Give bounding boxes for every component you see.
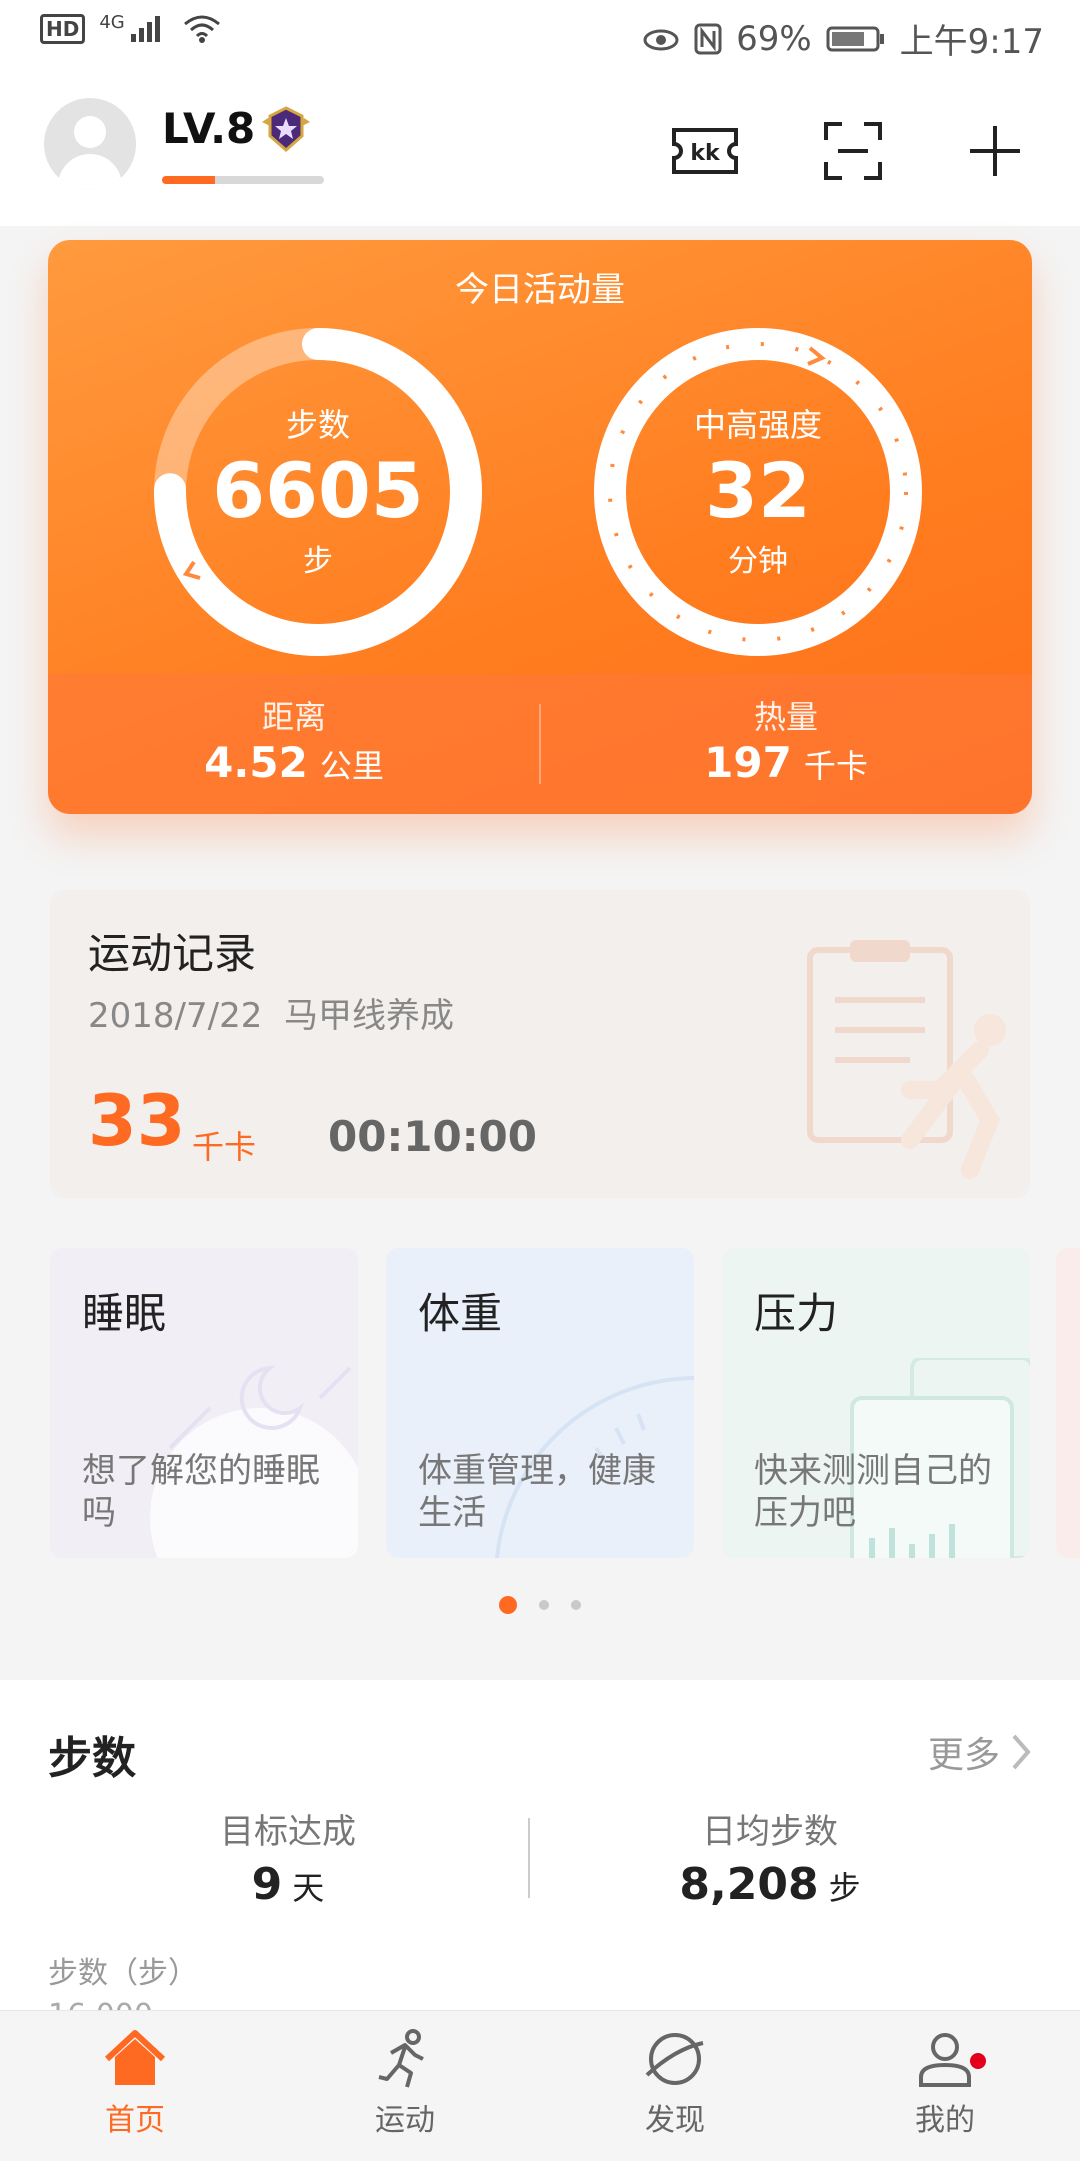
bottom-nav: 首页 运动 发现 我的	[0, 2010, 1080, 2161]
sleep-title: 睡眠	[82, 1289, 167, 1338]
record-title: 运动记录	[88, 929, 257, 978]
nav-me-label: 我的	[915, 2103, 975, 2138]
activity-summary: 距离 4.52 公里 热量 197 千卡	[48, 674, 1032, 814]
nav-me[interactable]: 我的	[810, 2029, 1080, 2139]
calories-value: 197	[704, 738, 792, 787]
steps-label: 步数	[285, 406, 350, 444]
scan-icon	[824, 122, 882, 180]
card-ticket-button[interactable]: kk	[670, 116, 740, 186]
carousel-dot-2[interactable]	[539, 1600, 549, 1610]
goal-cell: 目标达成 9天	[18, 1804, 558, 1910]
profile-icon	[919, 2033, 971, 2087]
notification-dot	[970, 2053, 986, 2069]
intensity-label: 中高强度	[693, 406, 822, 444]
weight-desc: 体重管理，健康生活	[418, 1451, 656, 1533]
steps-unit: 步	[303, 544, 333, 579]
scan-button[interactable]	[818, 116, 888, 186]
ticket-icon: kk	[672, 128, 738, 174]
calories-unit: 千卡	[803, 747, 868, 785]
level-label[interactable]: LV.8	[162, 104, 255, 153]
level-progress	[162, 176, 324, 184]
wifi-icon	[183, 15, 220, 43]
distance-cell: 距离 4.52 公里	[48, 692, 540, 787]
nav-home-label: 首页	[105, 2103, 165, 2138]
level-badge-icon	[262, 106, 310, 152]
battery-icon	[826, 26, 884, 51]
activity-card[interactable]: 今日活动量 步数 6605 步 中高强度 32 分钟 距离 4.52 公里 热量 …	[48, 240, 1032, 814]
stress-desc: 快来测测自己的压力吧	[754, 1451, 992, 1533]
steps-section-title: 步数	[48, 1733, 136, 1784]
nav-home[interactable]: 首页	[0, 2029, 270, 2139]
status-bar: HD 4G 69% 上午9:17	[0, 0, 1080, 76]
steps-value: 6605	[212, 446, 424, 535]
record-subtitle: 2018/7/22 马甲线养成	[88, 988, 454, 1037]
avg-unit: 步	[828, 1869, 861, 1907]
chevron-right-icon	[1012, 1734, 1031, 1770]
stress-card[interactable]: 压力 快来测测自己的压力吧	[722, 1248, 1030, 1558]
sleep-card[interactable]: 睡眠 想了解您的睡眠吗	[50, 1248, 358, 1558]
goal-value: 9	[251, 1859, 283, 1910]
carousel-dots	[0, 1596, 1080, 1614]
nav-discover-label: 发现	[645, 2103, 705, 2138]
runner-clipboard-icon	[807, 940, 1006, 1179]
header: LV.8 kk	[0, 76, 1080, 226]
plus-icon	[970, 126, 1020, 176]
intensity-unit: 分钟	[728, 544, 788, 579]
stress-title: 压力	[754, 1289, 839, 1338]
calories-cell: 热量 197 千卡	[540, 692, 1032, 787]
hd-icon: HD	[40, 14, 86, 44]
next-card-peek[interactable]	[1056, 1248, 1080, 1558]
exercise-record-card[interactable]: 运动记录 2018/7/22 马甲线养成 33 千卡 00:10:00	[50, 890, 1030, 1198]
nav-exercise[interactable]: 运动	[270, 2029, 540, 2139]
avatar-body	[58, 154, 122, 190]
more-link[interactable]: 更多	[928, 1726, 1032, 1778]
calories-label: 热量	[753, 698, 818, 736]
intensity-value: 32	[705, 446, 811, 535]
activity-title: 今日活动量	[455, 270, 625, 310]
weight-title: 体重	[418, 1289, 503, 1338]
avatar[interactable]	[44, 98, 136, 190]
run-icon	[378, 2029, 424, 2088]
battery-percent: 69%	[736, 18, 812, 59]
weight-card[interactable]: 体重 体重管理，健康生活	[386, 1248, 694, 1558]
level-progress-fill	[162, 176, 216, 184]
goal-unit: 天	[292, 1869, 325, 1907]
nav-discover[interactable]: 发现	[540, 2029, 810, 2139]
avatar-head	[74, 116, 106, 148]
clock: 上午9:17	[899, 22, 1044, 62]
eye-icon	[643, 29, 679, 50]
steps-section: 步数 更多 目标达成 9天 日均步数 8,208 步 步数（步） 16,000	[0, 1680, 1080, 2020]
distance-label: 距离	[261, 698, 326, 736]
record-name: 马甲线养成	[283, 996, 454, 1036]
steps-axis-label: 步数（步）	[48, 1956, 198, 1991]
avg-value: 8,208	[679, 1859, 819, 1910]
signal-icon	[130, 16, 160, 42]
network-label: 4G	[99, 11, 125, 33]
distance-value: 4.52	[204, 738, 308, 787]
nav-exercise-label: 运动	[375, 2103, 435, 2138]
goal-label: 目标达成	[220, 1812, 356, 1852]
steps-ring-text: 步数 6605 步	[148, 400, 488, 580]
record-date: 2018/7/22	[88, 996, 263, 1036]
record-duration: 00:10:00	[328, 1112, 537, 1161]
nfc-icon	[694, 23, 722, 54]
carousel-dot-1[interactable]	[499, 1596, 517, 1614]
more-label: 更多	[927, 1735, 1000, 1776]
avg-label: 日均步数	[702, 1812, 838, 1852]
carousel-dot-3[interactable]	[571, 1600, 581, 1610]
distance-unit: 公里	[319, 747, 384, 785]
add-button[interactable]	[960, 116, 1030, 186]
record-kcal-unit: 千卡	[192, 1128, 257, 1166]
record-kcal: 33	[88, 1080, 186, 1162]
discover-icon	[645, 2033, 704, 2085]
sleep-desc: 想了解您的睡眠吗	[82, 1451, 320, 1533]
home-icon	[104, 2030, 166, 2085]
avg-cell: 日均步数 8,208 步	[500, 1804, 1040, 1910]
intensity-ring-text: 中高强度 32 分钟	[588, 400, 928, 580]
svg-text:kk: kk	[690, 141, 721, 166]
